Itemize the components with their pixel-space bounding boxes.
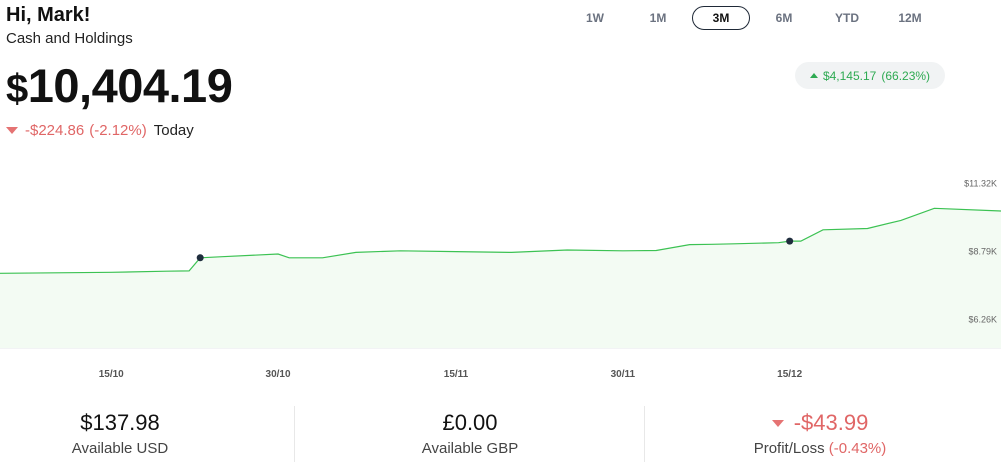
- chart-x-tick-label: 15/11: [444, 369, 469, 380]
- period-6m[interactable]: 6M: [755, 6, 813, 30]
- balance: $10,404.19: [6, 58, 233, 113]
- today-change-pct: (-2.12%): [89, 122, 147, 139]
- gain-pct: (66.23%): [881, 68, 931, 83]
- stat-divider-2: [644, 406, 645, 462]
- period-1w[interactable]: 1W: [566, 6, 624, 30]
- chart-marker-0[interactable]: [196, 254, 204, 262]
- profit-loss-caption: Profit/Loss (-0.43%): [670, 440, 970, 457]
- period-12m[interactable]: 12M: [881, 6, 939, 30]
- chart-x-tick-label: 30/11: [611, 369, 636, 380]
- balance-currency: $: [6, 67, 28, 111]
- stat-profit-loss: -$43.99 Profit/Loss (-0.43%): [670, 410, 970, 457]
- chart-x-tick-label: 15/10: [99, 369, 124, 380]
- profit-loss-amount: -$43.99: [793, 410, 869, 435]
- gain-pill: $4,145.17 (66.23%): [795, 62, 945, 89]
- chart-marker-1[interactable]: [786, 237, 794, 245]
- today-change-amount: -$224.86: [25, 122, 85, 139]
- today-label: Today: [153, 122, 194, 139]
- profit-loss-value: -$43.99: [670, 410, 970, 436]
- available-gbp-value: £0.00: [442, 410, 498, 435]
- chart-x-tick-label: 15/12: [777, 369, 802, 380]
- available-gbp-label: Available GBP: [421, 440, 519, 457]
- available-usd-value: $137.98: [80, 410, 160, 435]
- down-arrow-icon: [6, 127, 18, 134]
- period-1m[interactable]: 1M: [629, 6, 687, 30]
- period-selector: 1W 1M 3M 6M YTD 12M: [566, 6, 944, 30]
- chart-x-tick-label: 30/10: [266, 369, 291, 380]
- period-3m[interactable]: 3M: [692, 6, 750, 30]
- portfolio-chart[interactable]: $11.32K $8.79K $6.26K 15/10 30/10 15/11 30/11…: [0, 150, 1001, 390]
- stat-available-usd: $137.98 Available USD: [0, 410, 270, 457]
- profit-loss-label: Profit/Loss: [753, 440, 825, 457]
- period-ytd[interactable]: YTD: [818, 6, 876, 30]
- chart-y-tick-label: $11.32K: [964, 179, 997, 189]
- available-usd-label: Available USD: [71, 440, 169, 457]
- chart-y-tick-label: $6.26K: [968, 315, 997, 325]
- chart-y-tick-label: $8.79K: [968, 247, 997, 257]
- down-arrow-icon: [771, 419, 784, 427]
- greeting: Hi, Mark!: [6, 4, 91, 26]
- stat-available-gbp: £0.00 Available GBP: [320, 410, 620, 457]
- subtitle: Cash and Holdings: [6, 30, 133, 47]
- profit-loss-pct: (-0.43%): [828, 440, 887, 457]
- stat-divider-1: [294, 406, 295, 462]
- gain-amount: $4,145.17: [822, 68, 877, 83]
- today-change: -$224.86 (-2.12%) Today: [6, 122, 194, 139]
- balance-amount: 10,404.19: [27, 59, 233, 112]
- up-arrow-icon: [809, 73, 818, 78]
